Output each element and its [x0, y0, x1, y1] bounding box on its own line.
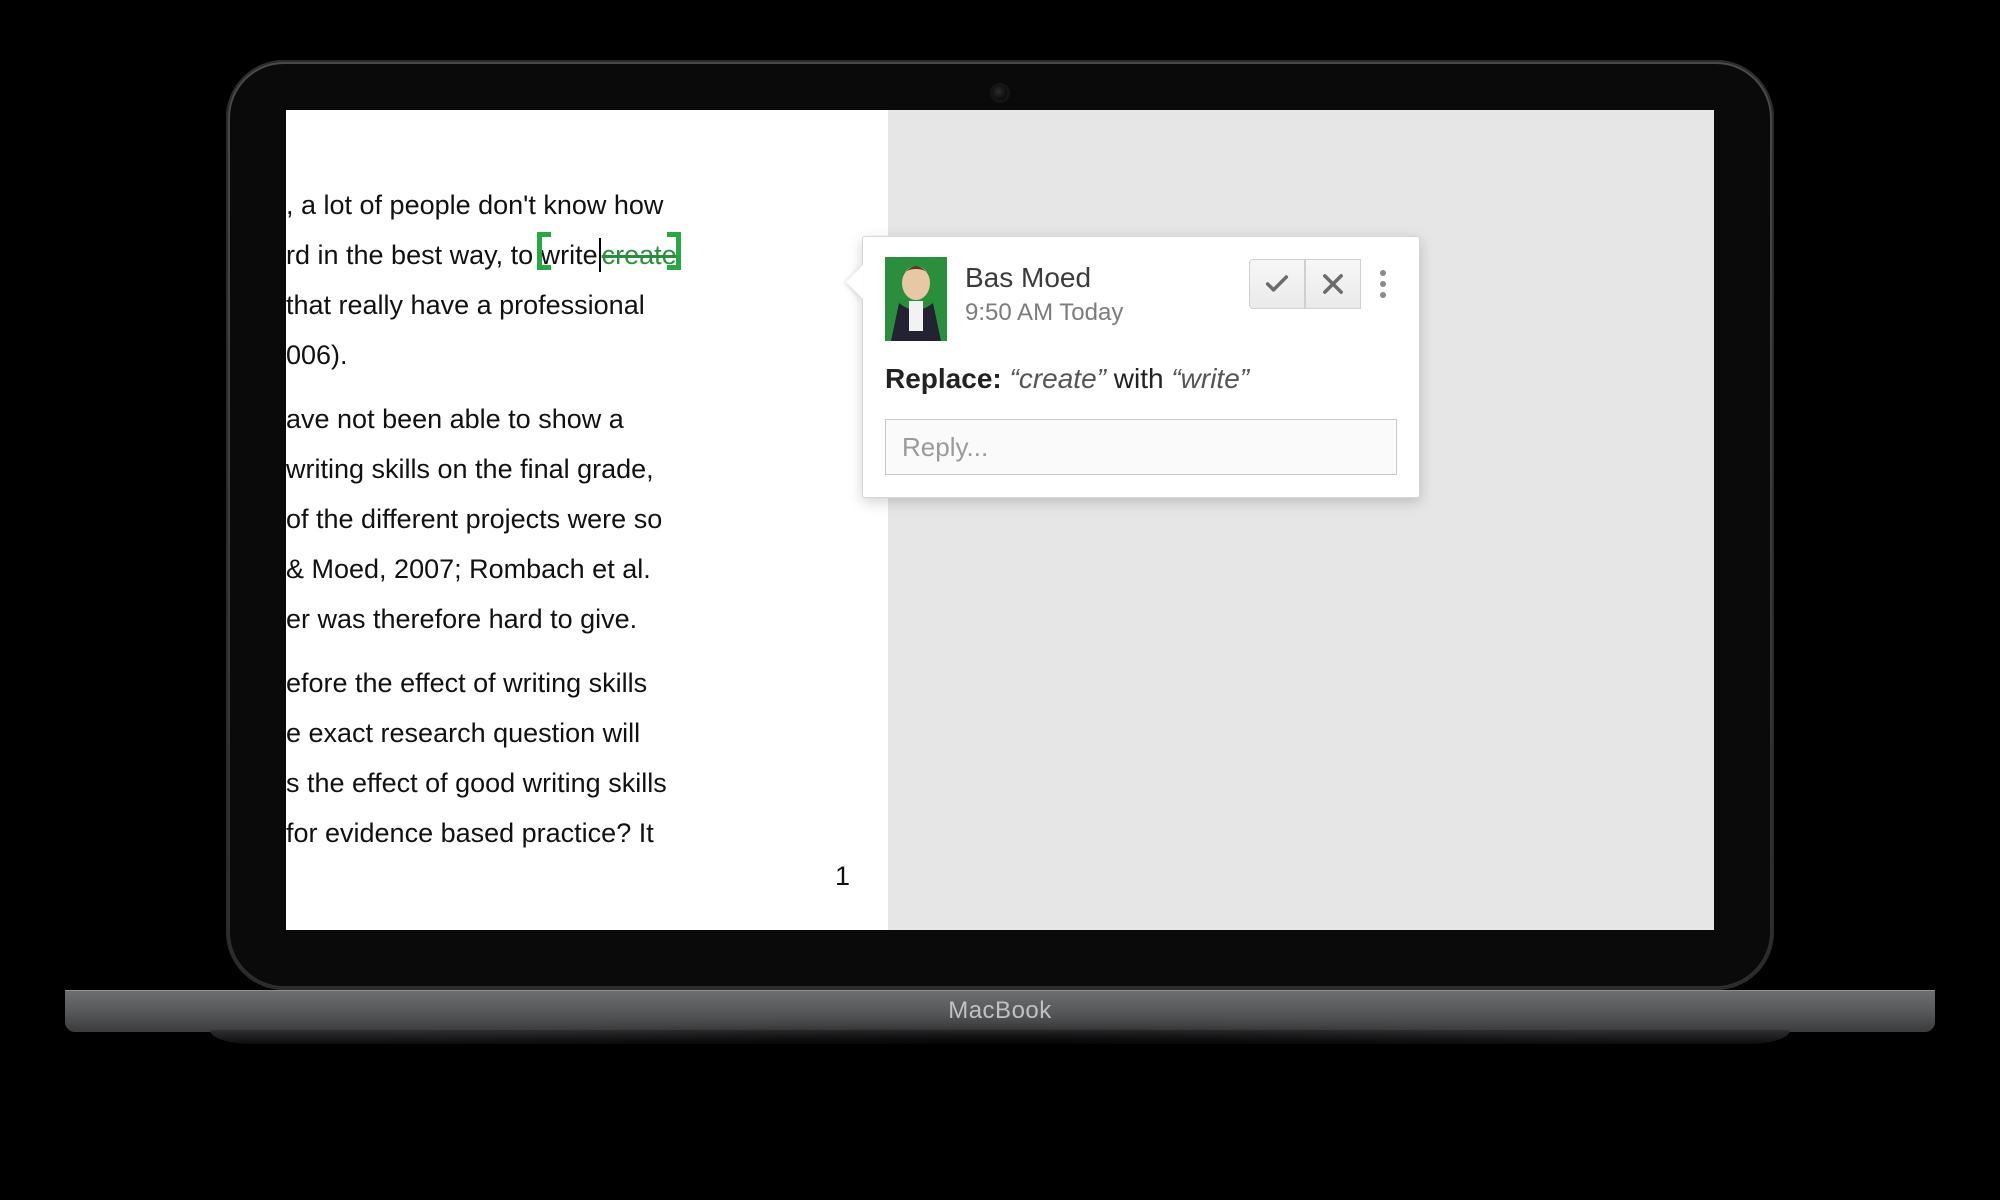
- suggestion-strike: create: [602, 240, 677, 270]
- replace-join: with: [1114, 363, 1164, 394]
- avatar: [885, 257, 947, 341]
- doc-line: rd in the best way, to writecreate: [286, 230, 864, 280]
- screen: , a lot of people don't know how rd in t…: [286, 110, 1714, 930]
- doc-line: writing skills on the final grade,: [286, 444, 864, 494]
- avatar-image-icon: [885, 257, 947, 341]
- device-label: MacBook: [948, 997, 1052, 1025]
- document-body: , a lot of people don't know how rd in t…: [286, 110, 888, 858]
- comment-actions: [1249, 259, 1397, 309]
- check-icon: [1263, 270, 1291, 298]
- doc-line: of the different projects were so: [286, 494, 864, 544]
- blank-line: [286, 644, 864, 658]
- screen-bezel: , a lot of people don't know how rd in t…: [230, 64, 1770, 986]
- bracket-right-icon: [667, 232, 681, 270]
- bracket-left-icon: [537, 232, 551, 270]
- accept-suggestion-button[interactable]: [1249, 259, 1305, 309]
- doc-line: , a lot of people don't know how: [286, 180, 864, 230]
- text-cursor: [599, 238, 601, 272]
- more-options-button[interactable]: [1369, 259, 1397, 309]
- card-pointer-icon: [846, 265, 863, 299]
- doc-line: er was therefore hard to give.: [286, 594, 864, 644]
- comment-timestamp: 9:50 AM Today: [965, 299, 1231, 327]
- macbook-device: , a lot of people don't know how rd in t…: [226, 60, 1774, 1044]
- laptop-shadow: [120, 1026, 1880, 1070]
- doc-line: 006).: [286, 330, 864, 380]
- laptop-lid: , a lot of people don't know how rd in t…: [226, 60, 1774, 990]
- blank-line: [286, 380, 864, 394]
- reject-suggestion-button[interactable]: [1305, 259, 1361, 309]
- document-page: , a lot of people don't know how rd in t…: [286, 110, 888, 930]
- reply-input[interactable]: [885, 419, 1397, 475]
- comment-body: Replace: “create” with “write”: [885, 363, 1397, 395]
- doc-line: & Moed, 2007; Rombach et al.: [286, 544, 864, 594]
- page-number: 1: [835, 861, 850, 892]
- doc-line: efore the effect of writing skills: [286, 658, 864, 708]
- comment-header: Bas Moed 9:50 AM Today: [885, 257, 1397, 341]
- close-icon: [1319, 270, 1347, 298]
- suggestion-comment-card[interactable]: Bas Moed 9:50 AM Today: [862, 236, 1420, 498]
- doc-line: s the effect of good writing skills: [286, 758, 864, 808]
- laptop-base: MacBook: [65, 990, 1935, 1044]
- doc-line: ave not been able to show a: [286, 394, 864, 444]
- replace-from: “create”: [1010, 363, 1106, 394]
- replace-to: “write”: [1171, 363, 1249, 394]
- dot-icon: [1380, 281, 1386, 287]
- doc-line: that really have a professional: [286, 280, 864, 330]
- webcam: [993, 86, 1007, 100]
- replace-label: Replace:: [885, 363, 1002, 394]
- comments-panel: Bas Moed 9:50 AM Today: [888, 110, 1714, 930]
- dot-icon: [1380, 270, 1386, 276]
- suggestion-span[interactable]: writecreate: [541, 230, 677, 280]
- doc-line: for evidence based practice? It: [286, 808, 864, 858]
- dot-icon: [1380, 292, 1386, 298]
- doc-line: e exact research question will: [286, 708, 864, 758]
- comment-meta: Bas Moed 9:50 AM Today: [965, 257, 1231, 327]
- comment-author: Bas Moed: [965, 261, 1231, 295]
